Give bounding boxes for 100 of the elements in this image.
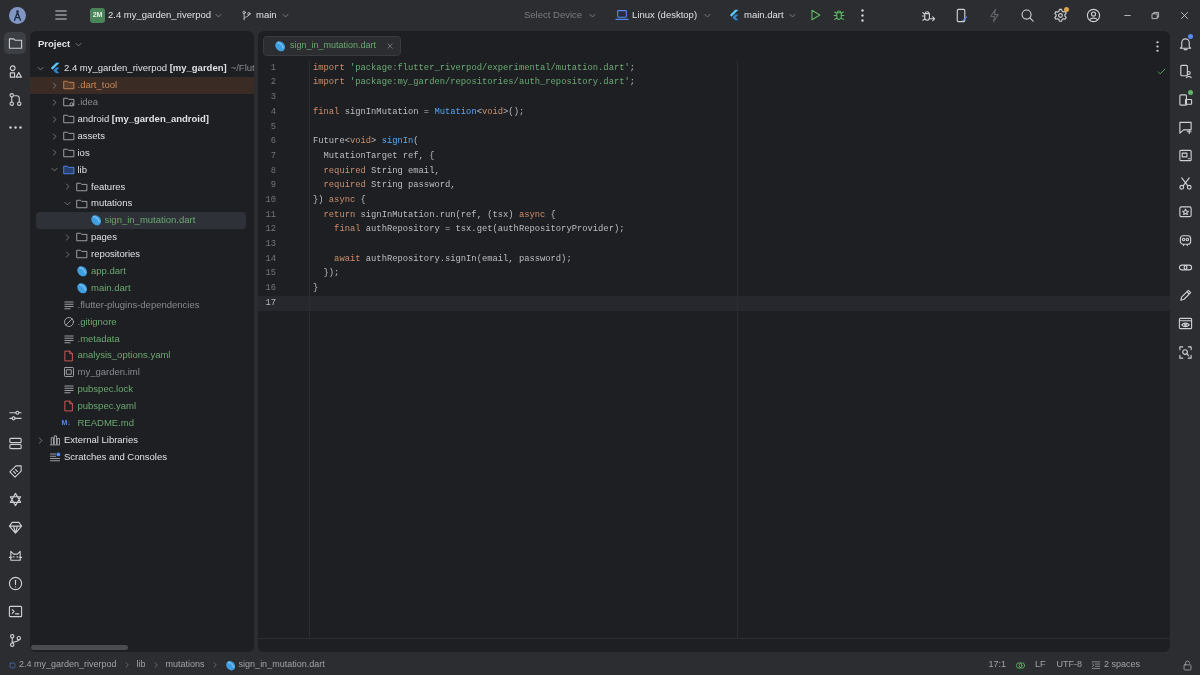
line-number: 9 — [269, 179, 276, 193]
chevron-right-icon — [210, 661, 219, 669]
bug-icon — [831, 8, 846, 22]
more-horizontal-icon — [8, 125, 22, 129]
account-icon — [1086, 7, 1102, 23]
tree-item[interactable]: sign_in_mutation.dart — [36, 212, 246, 229]
tree-item[interactable]: repositories — [36, 245, 254, 263]
tag-icon — [7, 463, 23, 479]
tree-item[interactable]: 2.4 my_garden_riverpod [my_garden] ~/Flut — [36, 60, 254, 77]
tree-item[interactable]: .flutter-plugins-dependencies — [36, 296, 254, 314]
line-number: 15 — [264, 267, 276, 281]
code-line: required String password, — [322, 179, 456, 193]
code-line: } — [313, 282, 319, 296]
breadcrumb-item[interactable]: mutations — [165, 658, 205, 672]
text-lines-icon — [62, 298, 75, 311]
run-configuration-selector[interactable]: main.dart — [728, 5, 797, 25]
more-vertical-icon — [1155, 40, 1159, 52]
tree-item[interactable]: android [my_garden_android] — [36, 110, 254, 128]
tree-item[interactable]: Scratches and Consoles — [36, 448, 254, 466]
folder-icon — [76, 197, 88, 210]
line-number: 12 — [264, 223, 276, 237]
line-number: 17 — [264, 296, 276, 310]
code-line: final authRepository = tsx.get(authRepositoryProvider); — [333, 223, 625, 237]
gem-icon — [7, 520, 23, 536]
document-icon — [62, 349, 75, 362]
line-number: 7 — [269, 149, 276, 163]
breadcrumb-item[interactable]: 2.4 my_garden_riverpod — [9, 658, 117, 672]
flutter-logo-icon — [49, 62, 61, 75]
drop-icon — [76, 265, 88, 278]
code-line: await authRepository.signIn(email, password); — [333, 252, 572, 266]
tree-item[interactable]: ios — [36, 144, 254, 162]
line-separator-button[interactable]: LF — [1034, 658, 1046, 672]
bell-icon — [1177, 35, 1193, 51]
tree-item[interactable]: features — [36, 178, 254, 196]
tool-window-button[interactable] — [4, 32, 26, 54]
chat-plus-icon — [1177, 119, 1193, 135]
linked-circles-icon — [1014, 659, 1026, 671]
no-entry-icon — [62, 315, 75, 328]
code-line: }); — [322, 267, 340, 281]
folder-icon — [7, 35, 23, 51]
editor-tab[interactable]: sign_in_mutation.dart — [263, 36, 402, 56]
code-line: Future<void> signIn( — [313, 135, 419, 149]
module-square-icon — [62, 366, 75, 379]
tree-item[interactable]: pubspec.yaml — [36, 397, 254, 415]
drop-icon — [274, 40, 286, 52]
breadcrumb-item[interactable]: lib — [136, 658, 146, 672]
tree-item[interactable]: analysis_options.yaml — [36, 347, 254, 365]
flutter-logo-icon — [728, 9, 741, 21]
folder-icon — [76, 180, 88, 193]
tree-item[interactable]: .gitignore — [36, 313, 254, 331]
tree-item[interactable]: main.dart — [36, 279, 254, 297]
folder-icon — [62, 79, 75, 92]
project-view-dropdown[interactable]: Project — [38, 36, 84, 52]
phone-screen-icon — [1177, 91, 1193, 107]
window-eye-icon — [1177, 316, 1193, 332]
lock-icon — [1182, 659, 1193, 671]
tree-item[interactable]: mutations — [36, 195, 254, 212]
tree-item[interactable]: app.dart — [36, 262, 254, 280]
compass-logo-icon — [9, 6, 26, 24]
tree-item[interactable]: .dart_tool — [30, 76, 254, 94]
tree-item[interactable]: .idea — [36, 93, 254, 111]
text-lines-icon — [62, 332, 75, 345]
code-line: import 'package:flutter_riverpod/experimental/mutation.dart'; — [313, 61, 636, 75]
tree-item[interactable]: lib — [36, 161, 254, 179]
drop-icon — [224, 659, 236, 671]
target-selector[interactable]: Linux (desktop) — [615, 5, 713, 25]
phone-pen-icon — [954, 7, 970, 23]
close-icon — [386, 42, 395, 50]
cat-icon — [7, 548, 23, 564]
line-number: 16 — [264, 282, 276, 296]
tree-item[interactable]: my_garden.iml — [36, 364, 254, 381]
tree-item[interactable]: assets — [36, 127, 254, 145]
line-number: 8 — [269, 164, 276, 178]
shapes-icon — [7, 63, 23, 79]
line-number: 10 — [264, 193, 276, 207]
breadcrumb-item[interactable]: sign_in_mutation.dart — [224, 658, 325, 672]
line-number: 4 — [269, 105, 276, 119]
line-number: 6 — [269, 135, 276, 149]
close-icon — [1179, 9, 1191, 21]
tree-item[interactable]: pubspec.lock — [36, 380, 254, 398]
tree-item[interactable]: pages — [36, 228, 254, 246]
branch-selector[interactable]: main — [241, 5, 290, 25]
scrollbar-thumb[interactable] — [31, 645, 128, 650]
document-icon — [62, 400, 75, 413]
scissors-icon — [1177, 175, 1193, 191]
line-number: 5 — [269, 120, 276, 134]
check-icon — [1156, 66, 1167, 77]
drop-icon — [89, 214, 102, 227]
restore-icon — [1150, 9, 1162, 21]
tree-item[interactable]: .metadata — [36, 330, 254, 348]
git-branch-icon — [7, 632, 23, 648]
code-line: MutationTarget ref, { — [322, 149, 435, 163]
lines-dot-icon — [49, 450, 61, 463]
chevron-right-icon — [122, 661, 131, 669]
tree-item[interactable]: External Libraries — [36, 431, 254, 449]
indent-icon — [1090, 660, 1101, 670]
indent-button[interactable]: 2 spaces — [1090, 658, 1140, 672]
code-line: import 'package:my_garden/repositories/auth_repository.dart'; — [313, 76, 636, 90]
caret-position-button[interactable]: 17:1 — [988, 658, 1006, 672]
encoding-button[interactable]: UTF-8 — [1056, 658, 1082, 672]
